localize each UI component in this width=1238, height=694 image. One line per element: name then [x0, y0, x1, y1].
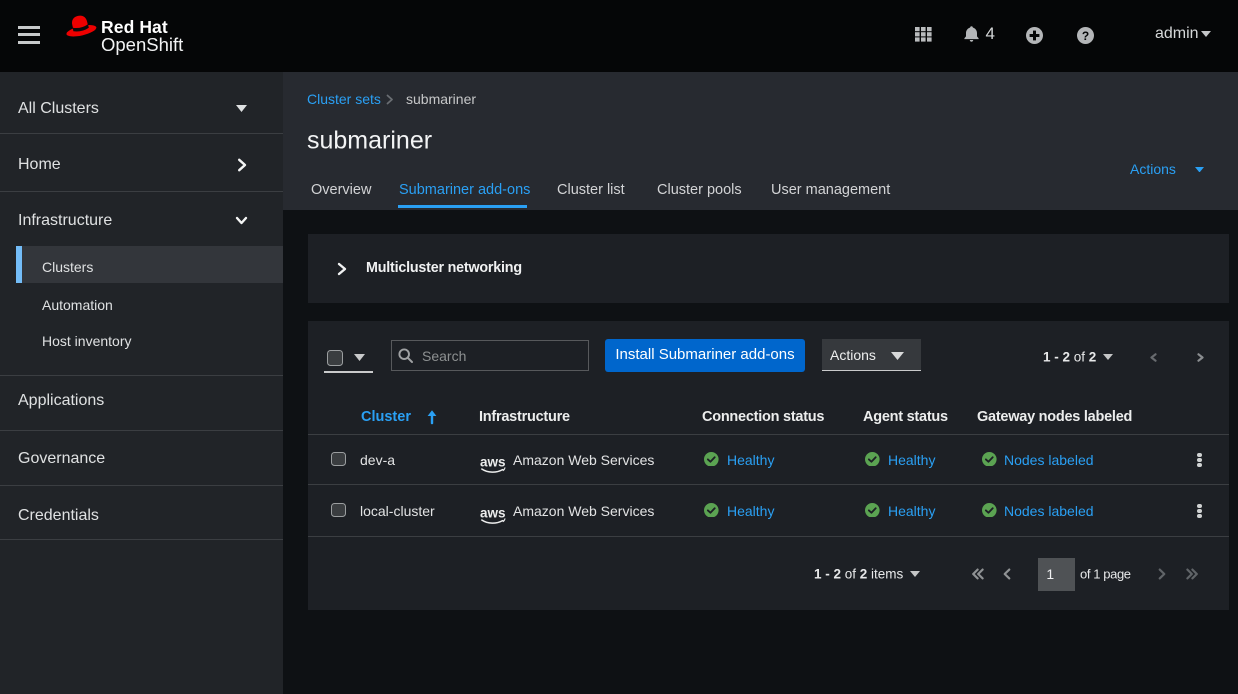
svg-text:aws: aws: [480, 506, 506, 521]
svg-text:?: ?: [1081, 29, 1088, 43]
svg-text:aws: aws: [480, 455, 506, 470]
